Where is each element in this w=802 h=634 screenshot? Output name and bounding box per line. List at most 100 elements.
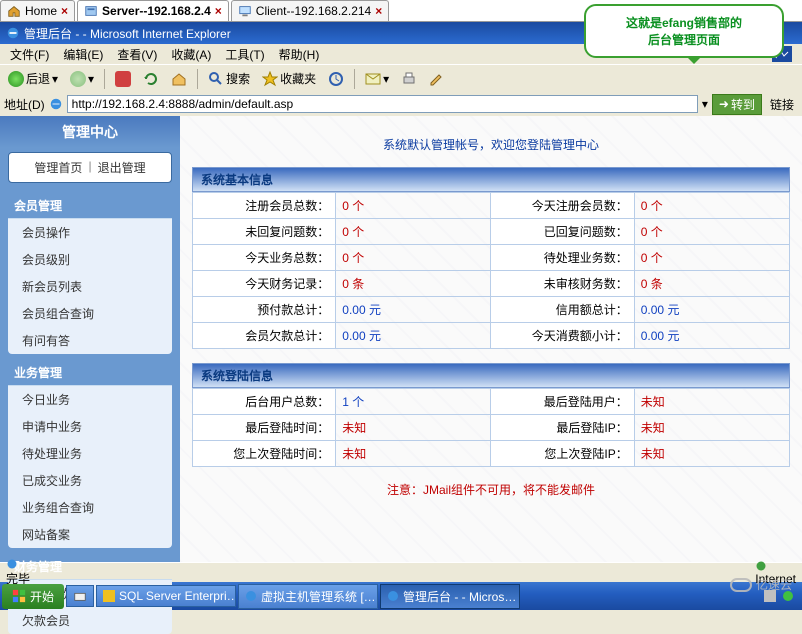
task-button[interactable]: SQL Server Enterpri…: [96, 585, 236, 607]
status-left: 完毕: [6, 558, 30, 587]
close-icon[interactable]: ×: [215, 4, 222, 18]
sidebar-group-members: 会员管理 会员操作 会员级别 新会员列表 会员组合查询 有问有答: [8, 193, 172, 354]
table-row: 预付款总计：0.00 元信用额总计：0.00 元: [193, 297, 790, 323]
chevron-down-icon[interactable]: ▾: [702, 97, 708, 111]
table-row: 后台用户总数：1 个最后登陆用户：未知: [193, 389, 790, 415]
home-icon: [171, 71, 187, 87]
app-icon: [387, 590, 399, 602]
task-label: 管理后台 - - Micros…: [403, 588, 516, 605]
links-label[interactable]: 链接: [766, 96, 798, 113]
tray-icon[interactable]: [782, 590, 794, 602]
edit-button[interactable]: [425, 69, 449, 89]
close-icon[interactable]: ×: [375, 4, 382, 18]
history-icon: [328, 71, 344, 87]
sidebar-item[interactable]: 待处理业务: [8, 440, 172, 467]
print-button[interactable]: [397, 69, 421, 89]
forward-button[interactable]: ▾: [66, 69, 98, 89]
refresh-button[interactable]: [139, 69, 163, 89]
sidebar-item[interactable]: 会员操作: [8, 219, 172, 246]
menu-favorites[interactable]: 收藏(A): [165, 44, 217, 65]
panel-header-basic: 系统基本信息: [192, 167, 790, 192]
sidebar: 管理中心 管理首页 | 退出管理 会员管理 会员操作 会员级别 新会员列表 会员…: [0, 116, 180, 562]
start-button[interactable]: 开始: [2, 584, 64, 609]
app-body: 管理中心 管理首页 | 退出管理 会员管理 会员操作 会员级别 新会员列表 会员…: [0, 116, 802, 562]
print-icon: [401, 71, 417, 87]
menu-view[interactable]: 查看(V): [111, 44, 163, 65]
search-button[interactable]: 搜索: [204, 68, 254, 89]
home-button[interactable]: [167, 69, 191, 89]
back-button[interactable]: 后退 ▾: [4, 68, 62, 89]
sidebar-title: 管理中心: [0, 116, 180, 148]
tray-icon[interactable]: [764, 590, 776, 602]
chevron-down-icon: ▾: [88, 72, 94, 86]
bubble-line1: 这就是efang销售部的: [596, 14, 772, 31]
basic-info-table: 注册会员总数：0 个今天注册会员数：0 个 未回复问题数：0 个已回复问题数：0…: [192, 192, 790, 349]
nav-logout-link[interactable]: 退出管理: [98, 159, 146, 176]
close-icon[interactable]: ×: [61, 4, 68, 18]
login-info-table: 后台用户总数：1 个最后登陆用户：未知 最后登陆时间：未知最后登陆IP：未知 您…: [192, 388, 790, 467]
sidebar-item[interactable]: 业务组合查询: [8, 494, 172, 521]
windows-icon: [12, 589, 26, 603]
outer-tab-client[interactable]: Client--192.168.2.214 ×: [231, 0, 389, 21]
sidebar-category[interactable]: 业务管理: [8, 360, 172, 386]
history-button[interactable]: [324, 69, 348, 89]
sidebar-group-business: 业务管理 今日业务 申请中业务 待处理业务 已成交业务 业务组合查询 网站备案: [8, 360, 172, 548]
search-icon: [208, 71, 224, 87]
menu-tools[interactable]: 工具(T): [219, 44, 270, 65]
outer-tab-home[interactable]: Home ×: [0, 0, 75, 21]
table-row: 今天业务总数：0 个待处理业务数：0 个: [193, 245, 790, 271]
edit-icon: [429, 71, 445, 87]
menu-file[interactable]: 文件(F): [4, 44, 55, 65]
sidebar-category[interactable]: 财务管理: [8, 554, 172, 580]
home-icon: [7, 4, 21, 18]
star-icon: [262, 71, 278, 87]
zone-icon: [755, 560, 796, 572]
refresh-icon: [143, 71, 159, 87]
go-button[interactable]: ➜ 转到: [712, 94, 762, 115]
sidebar-item[interactable]: 有问有答: [8, 327, 172, 354]
table-row: 未回复问题数：0 个已回复问题数：0 个: [193, 219, 790, 245]
outer-tab-server[interactable]: Server--192.168.2.4 ×: [77, 0, 229, 21]
nav-home-link[interactable]: 管理首页: [34, 159, 82, 176]
ie-toolbar: 后退 ▾ ▾ 搜索 收藏夹 ▾: [0, 64, 802, 92]
sidebar-item[interactable]: 欠款会员: [8, 607, 172, 634]
client-icon: [238, 4, 252, 18]
task-label: SQL Server Enterpri…: [119, 589, 236, 603]
bubble-line2: 后台管理页面: [596, 31, 772, 48]
sidebar-item[interactable]: 申请中业务: [8, 413, 172, 440]
back-label: 后退: [26, 70, 50, 87]
outer-tab-label: Home: [25, 4, 57, 18]
task-button[interactable]: 虚拟主机管理系统 […: [238, 584, 378, 609]
stop-button[interactable]: [111, 69, 135, 89]
welcome-text: 系统默认管理帐号，欢迎您登陆管理中心: [192, 136, 790, 153]
mail-button[interactable]: ▾: [361, 69, 393, 89]
panel-header-login: 系统登陆信息: [192, 363, 790, 388]
table-row: 今天财务记录：0 条未审核财务数：0 条: [193, 271, 790, 297]
favorites-button[interactable]: 收藏夹: [258, 68, 320, 89]
task-button[interactable]: 管理后台 - - Micros…: [380, 584, 520, 609]
back-arrow-icon: [8, 71, 24, 87]
table-row: 最后登陆时间：未知最后登陆IP：未知: [193, 415, 790, 441]
menu-edit[interactable]: 编辑(E): [57, 44, 109, 65]
go-arrow-icon: ➜: [719, 97, 729, 111]
app-icon: [103, 590, 115, 602]
favorites-label: 收藏夹: [280, 70, 316, 87]
sidebar-item[interactable]: 会员级别: [8, 246, 172, 273]
address-input[interactable]: [67, 95, 698, 113]
ie-e-icon: [6, 26, 20, 40]
content-area: 系统默认管理帐号，欢迎您登陆管理中心 系统基本信息 注册会员总数：0 个今天注册…: [180, 116, 802, 562]
outer-tab-label: Client--192.168.2.214: [256, 4, 371, 18]
sidebar-item[interactable]: 网站备案: [8, 521, 172, 548]
chevron-down-icon: ▾: [383, 72, 389, 86]
sidebar-item[interactable]: 今日业务: [8, 386, 172, 413]
sidebar-category[interactable]: 会员管理: [8, 193, 172, 219]
system-tray[interactable]: [758, 590, 800, 602]
sidebar-item[interactable]: 已成交业务: [8, 467, 172, 494]
menu-help[interactable]: 帮助(H): [273, 44, 326, 65]
forward-arrow-icon: [70, 71, 86, 87]
sidebar-item[interactable]: 新会员列表: [8, 273, 172, 300]
mail-icon: [365, 71, 381, 87]
quick-launch-icon[interactable]: [66, 585, 94, 607]
taskbar: 开始 SQL Server Enterpri… 虚拟主机管理系统 [… 管理后台…: [0, 582, 802, 610]
sidebar-item[interactable]: 会员组合查询: [8, 300, 172, 327]
